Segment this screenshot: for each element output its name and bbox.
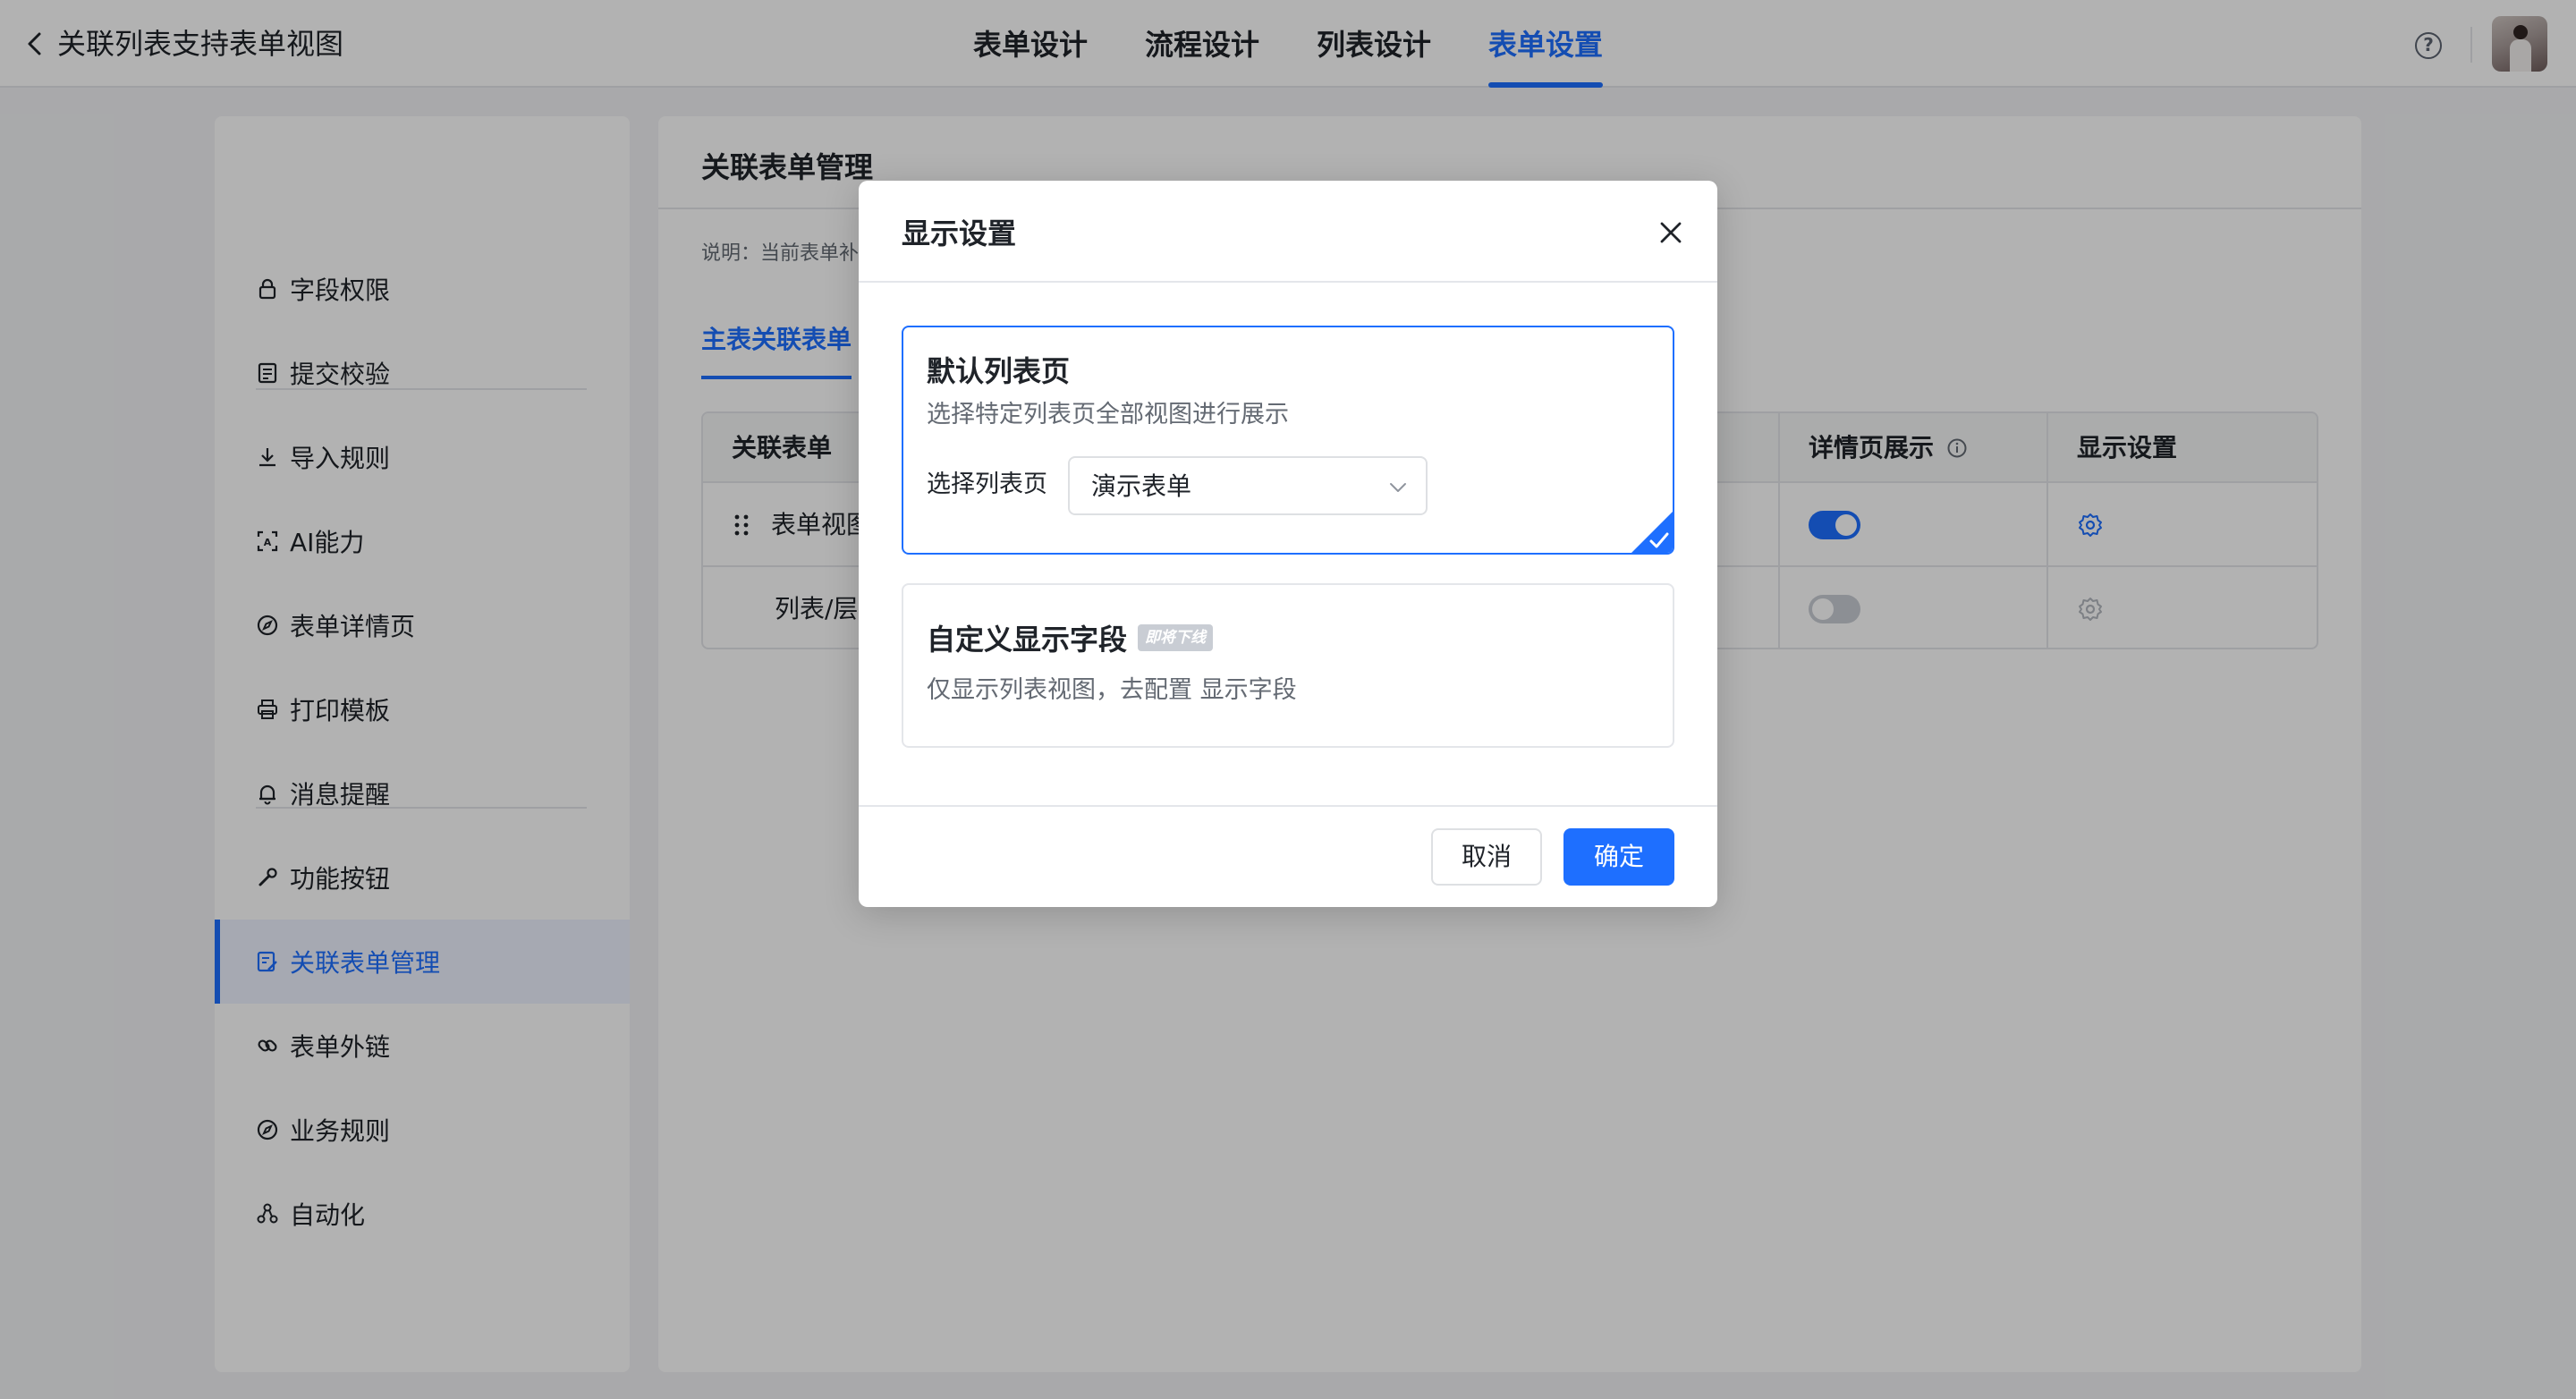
option-card-custom-fields[interactable]: 自定义显示字段 即将下线 仅显示列表视图，去配置 显示字段 bbox=[902, 583, 1674, 748]
selected-check-icon bbox=[1631, 512, 1673, 553]
cancel-button[interactable]: 取消 bbox=[1431, 828, 1542, 886]
dialog-divider bbox=[859, 281, 1717, 283]
dialog-title: 显示设置 bbox=[902, 216, 1017, 250]
display-settings-dialog: 显示设置 默认列表页 选择特定列表页全部视图进行展示 选择列表页 演示表单 自定… bbox=[859, 181, 1717, 907]
option-title: 自定义显示字段 bbox=[927, 623, 1128, 657]
select-value: 演示表单 bbox=[1091, 471, 1192, 501]
list-page-select[interactable]: 演示表单 bbox=[1068, 456, 1428, 515]
deprecation-badge: 即将下线 bbox=[1138, 624, 1213, 651]
option-title: 默认列表页 bbox=[927, 354, 1071, 388]
confirm-button[interactable]: 确定 bbox=[1563, 828, 1674, 886]
dialog-footer-divider bbox=[859, 805, 1717, 807]
option-description: 选择特定列表页全部视图进行展示 bbox=[927, 401, 1289, 428]
close-icon[interactable] bbox=[1653, 215, 1689, 250]
select-list-label: 选择列表页 bbox=[927, 471, 1047, 498]
option-card-default-list[interactable]: 默认列表页 选择特定列表页全部视图进行展示 选择列表页 演示表单 bbox=[902, 326, 1674, 555]
chevron-down-icon bbox=[1390, 483, 1406, 492]
option-description: 仅显示列表视图，去配置 显示字段 bbox=[927, 676, 1297, 704]
